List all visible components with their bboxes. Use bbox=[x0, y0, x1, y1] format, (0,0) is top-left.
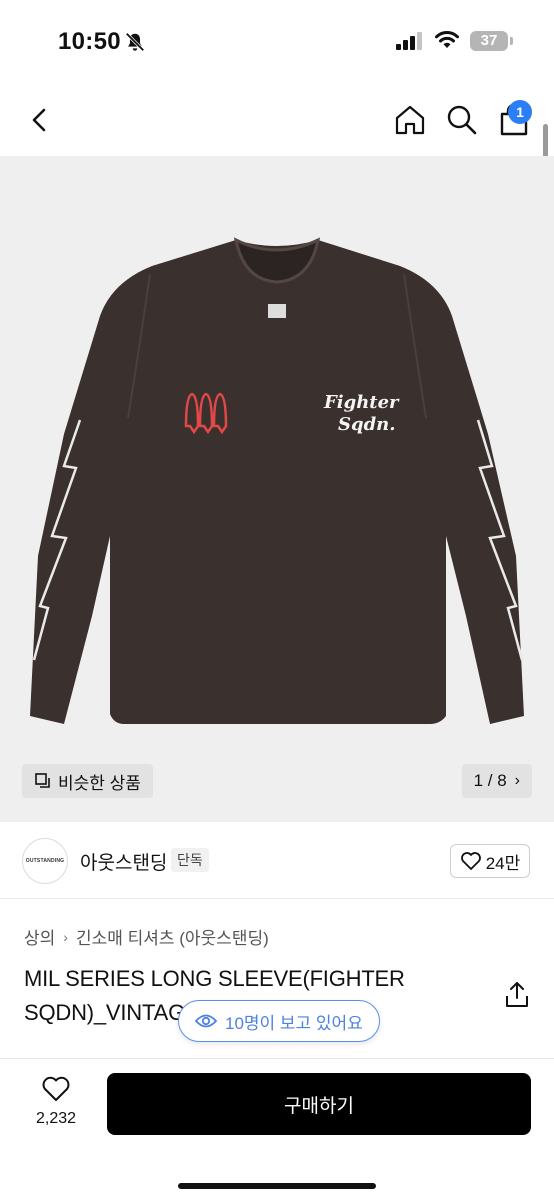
viewers-count-pill: 10명이 보고 있어요 bbox=[178, 1000, 380, 1042]
home-button[interactable] bbox=[392, 102, 428, 138]
similar-products-label: 비슷한 상품 bbox=[58, 773, 141, 793]
wishlist-count: 2,232 bbox=[35, 1110, 77, 1127]
wifi-icon bbox=[435, 31, 459, 48]
brand-logo[interactable]: OUTSTANDING bbox=[22, 838, 68, 884]
brand-row: OUTSTANDING 아웃스탠딩 단독 24만 bbox=[0, 836, 554, 884]
copy-icon bbox=[35, 773, 50, 788]
brand-logo-text: OUTSTANDING bbox=[25, 858, 65, 864]
cart-count-badge: 1 bbox=[508, 100, 532, 124]
viewers-count-text: 10명이 보고 있어요 bbox=[225, 1013, 363, 1033]
eye-icon bbox=[195, 1014, 217, 1028]
wishlist-button[interactable]: 2,232 bbox=[22, 1075, 90, 1128]
home-indicator[interactable] bbox=[178, 1183, 376, 1189]
status-time: 10:50 bbox=[58, 28, 121, 55]
heart-icon bbox=[460, 852, 481, 870]
breadcrumb-level1[interactable]: 상의 bbox=[24, 924, 55, 949]
brand-like-button[interactable]: 24만 bbox=[450, 844, 530, 878]
breadcrumb: 상의 › 긴소매 티셔츠 (아웃스탠딩) bbox=[24, 924, 269, 949]
cellular-signal-icon bbox=[396, 32, 422, 50]
shirt-print-line1: Fighter bbox=[323, 392, 400, 413]
chevron-right-icon: › bbox=[514, 772, 520, 789]
shirt-print-line2: Sqdn. bbox=[338, 414, 396, 435]
search-button[interactable] bbox=[444, 102, 480, 138]
brand-like-count: 24만 bbox=[485, 853, 521, 873]
product-photo: Fighter Sqdn. bbox=[30, 237, 524, 724]
battery-tip bbox=[510, 37, 513, 45]
buy-button-label: 구매하기 bbox=[284, 1095, 354, 1117]
bell-slash-icon bbox=[125, 32, 145, 52]
image-counter-text: 1 / 8 bbox=[473, 771, 507, 790]
bottom-action-bar: 2,232 구매하기 bbox=[0, 1058, 554, 1200]
divider bbox=[0, 898, 554, 899]
chevron-right-icon: › bbox=[63, 928, 68, 945]
breadcrumb-level2[interactable]: 긴소매 티셔츠 (아웃스탠딩) bbox=[76, 924, 269, 949]
brand-name[interactable]: 아웃스탠딩 bbox=[80, 848, 167, 875]
shirt-label bbox=[268, 304, 286, 318]
image-counter-button[interactable]: 1 / 8 › bbox=[461, 764, 532, 798]
product-image-gallery[interactable]: Fighter Sqdn. 비슷한 상품 1 / 8 › bbox=[0, 156, 554, 822]
buy-button[interactable]: 구매하기 bbox=[107, 1073, 531, 1135]
status-bar: 10:50 37 bbox=[0, 0, 554, 84]
back-button[interactable] bbox=[24, 104, 56, 136]
exclusive-tag: 단독 bbox=[171, 848, 209, 872]
nav-bar bbox=[0, 84, 554, 156]
heart-icon bbox=[42, 1076, 70, 1101]
battery-indicator: 37 bbox=[470, 31, 508, 51]
similar-products-button[interactable]: 비슷한 상품 bbox=[22, 764, 153, 798]
share-button[interactable] bbox=[504, 980, 530, 1010]
